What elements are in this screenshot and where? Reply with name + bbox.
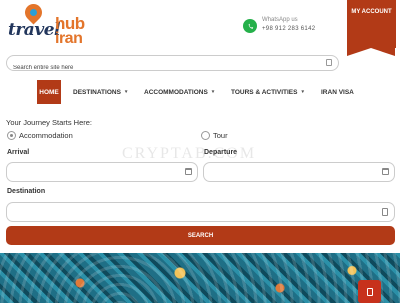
whatsapp-label: WhatsApp us <box>262 17 298 23</box>
site-logo[interactable]: travel hub iran <box>6 0 86 48</box>
arrival-input[interactable] <box>7 165 178 184</box>
calendar-icon[interactable] <box>185 168 192 175</box>
departure-input[interactable] <box>204 165 375 184</box>
my-account-button[interactable]: MY ACCOUNT <box>347 0 396 56</box>
nav-item-tours-activities[interactable]: TOURS & ACTIVITIES ▾ <box>231 80 304 104</box>
whatsapp-icon[interactable] <box>243 19 257 33</box>
calendar-icon[interactable] <box>382 168 389 175</box>
destination-label: Destination <box>7 188 46 195</box>
nav-item-label: TOURS & ACTIVITIES <box>231 88 298 96</box>
logo-travel-text: travel <box>8 20 60 40</box>
accommodation-radio[interactable] <box>7 131 16 140</box>
arrival-field <box>6 162 198 184</box>
my-account-label: MY ACCOUNT <box>351 9 392 15</box>
nav-item-accommodations[interactable]: ACCOMMODATIONS ▾ <box>144 80 214 104</box>
arrival-label: Arrival <box>7 149 30 156</box>
nav-item-label: ACCOMMODATIONS <box>144 88 208 96</box>
tour-radio[interactable] <box>201 131 210 140</box>
search-icon[interactable] <box>326 59 332 66</box>
site-search-input[interactable] <box>7 61 317 75</box>
tour-label[interactable]: Tour <box>213 131 228 140</box>
nav-item-label: HOME <box>39 88 59 96</box>
chevron-down-icon: ▾ <box>211 89 215 95</box>
scroll-top-button[interactable] <box>358 280 381 303</box>
chevron-down-icon: ▾ <box>301 89 304 95</box>
nav-item-iran-visa[interactable]: IRAN VISA <box>321 80 354 104</box>
nav-item-label: DESTINATIONS <box>73 88 121 96</box>
site-header: travel hub iran WhatsApp us +98 912 283 … <box>0 0 400 56</box>
departure-field <box>203 162 395 184</box>
location-icon[interactable] <box>382 208 388 216</box>
whatsapp-phone[interactable]: +98 912 283 6142 <box>262 26 315 32</box>
nav-item-destinations[interactable]: DESTINATIONS ▾ <box>73 80 127 104</box>
nav-item-label: IRAN VISA <box>321 88 354 96</box>
nav-item-home[interactable]: HOME <box>37 80 61 104</box>
destination-field <box>6 202 395 224</box>
main-nav: HOME DESTINATIONS ▾ ACCOMMODATIONS ▾ TOU… <box>0 80 400 105</box>
journey-title: Your Journey Starts Here: <box>6 118 93 127</box>
departure-label: Departure <box>204 149 238 156</box>
destination-input[interactable] <box>7 205 356 224</box>
logo-iran-text: iran <box>55 30 83 47</box>
accommodation-label[interactable]: Accommodation <box>19 131 73 140</box>
site-search <box>6 55 339 75</box>
chevron-down-icon: ▾ <box>124 89 128 95</box>
search-button[interactable]: SEARCH <box>6 226 395 245</box>
hero-banner-image <box>0 253 400 303</box>
scroll-top-icon <box>366 287 373 296</box>
